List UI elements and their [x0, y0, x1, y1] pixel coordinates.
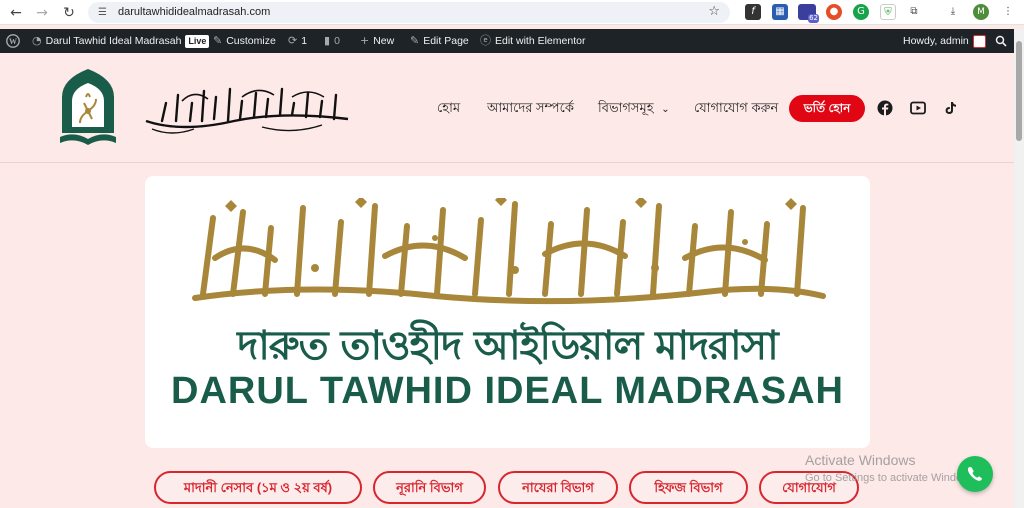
profile-avatar[interactable]: M — [973, 4, 989, 20]
dept-madani-nesab-button[interactable]: মাদানী নেসাব (১ম ও ২য় বর্ষ) — [154, 471, 362, 504]
admin-search-icon[interactable] — [995, 29, 1007, 53]
page-scrollbar[interactable] — [1014, 29, 1024, 508]
nav-about[interactable]: আমাদের সম্পর্কে — [487, 97, 574, 119]
madrasah-logo[interactable] — [58, 67, 118, 151]
extension-ft-icon[interactable]: f — [745, 4, 761, 20]
dept-nurani-button[interactable]: নূরানি বিভাগ — [373, 471, 486, 504]
extension-reader-icon[interactable]: ▦ — [772, 4, 788, 20]
updates-link[interactable]: ⟳ 1 — [288, 29, 307, 53]
browser-toolbar: ← → ↻ ☰ darultawhididealmadrasah.com ☆ f… — [0, 0, 1024, 25]
forward-icon[interactable]: → — [33, 4, 51, 22]
admin-site-name[interactable]: ◔ Darul Tawhid Ideal Madrasah Live — [32, 29, 210, 53]
extension-badge-icon[interactable]: 62 — [798, 4, 819, 23]
wordpress-logo-icon[interactable]: W — [6, 29, 20, 53]
edit-elementor-link[interactable]: ⓔ Edit with Elementor — [480, 29, 585, 53]
whatsapp-chat-button[interactable] — [957, 456, 993, 492]
browser-menu-icon[interactable]: ⋮ — [1000, 4, 1016, 20]
bismillah-calligraphy — [145, 87, 349, 134]
wp-admin-bar: W ◔ Darul Tawhid Ideal Madrasah Live ✎ C… — [0, 29, 1014, 53]
admin-avatar — [972, 34, 986, 48]
reload-icon[interactable]: ↻ — [60, 4, 78, 22]
comment-icon: ▮ — [324, 34, 331, 47]
url-text[interactable]: darultawhididealmadrasah.com — [118, 5, 270, 20]
extension-grammarly-icon[interactable]: G — [853, 4, 869, 20]
activate-windows-title: Activate Windows — [805, 452, 916, 468]
edit-page-link[interactable]: ✎ Edit Page — [410, 29, 469, 53]
banner-english-title: DARUL TAWHID IDEAL MADRASAH — [171, 370, 844, 412]
site-info-icon[interactable]: ☰ — [96, 6, 109, 19]
dept-nazera-button[interactable]: নাযেরা বিভাগ — [498, 471, 618, 504]
new-content-link[interactable]: + New — [360, 29, 394, 53]
comments-link[interactable]: ▮ 0 — [324, 29, 340, 53]
chevron-down-icon: ⌄ — [661, 104, 670, 115]
youtube-icon[interactable] — [910, 100, 926, 116]
account-menu[interactable]: Howdy, admin — [903, 29, 986, 53]
plus-icon: + — [360, 34, 370, 47]
extension-chrome-icon[interactable]: ● — [826, 4, 842, 20]
extension-shield-icon[interactable]: ⛨ — [880, 4, 896, 20]
site-header: হোম আমাদের সম্পর্কে বিভাগসমূহ ⌄ যোগাযোগ … — [0, 53, 1014, 163]
pencil-icon: ✎ — [410, 34, 420, 47]
dept-hifz-button[interactable]: হিফজ বিভাগ — [629, 471, 748, 504]
hero-banner: দারুত তাওহীদ আইডিয়াল মাদরাসা DARUL TAWH… — [145, 176, 870, 448]
customize-link[interactable]: ✎ Customize — [213, 29, 276, 53]
nav-home[interactable]: হোম — [437, 97, 460, 119]
facebook-icon[interactable] — [877, 100, 893, 116]
nav-contact[interactable]: যোগাযোগ করুন — [694, 97, 778, 119]
phone-icon — [967, 467, 982, 481]
dashboard-icon: ◔ — [32, 34, 42, 47]
elementor-icon: ⓔ — [480, 34, 491, 47]
extensions-puzzle-icon[interactable]: ⧉ — [906, 4, 922, 20]
extension-badge-count: 62 — [808, 14, 819, 23]
brush-icon: ✎ — [213, 34, 223, 47]
admission-button[interactable]: ভর্তি হোন — [789, 95, 865, 122]
scrollbar-thumb[interactable] — [1016, 41, 1022, 141]
nav-departments[interactable]: বিভাগসমূহ ⌄ — [598, 97, 670, 119]
back-icon[interactable]: ← — [7, 4, 25, 22]
svg-text:W: W — [9, 37, 17, 46]
live-badge: Live — [185, 34, 210, 48]
download-icon[interactable]: ⤓ — [945, 4, 961, 20]
tiktok-icon[interactable] — [942, 100, 958, 116]
updates-icon: ⟳ — [288, 34, 298, 47]
activate-windows-subtitle: Go to Settings to activate Windows. — [805, 472, 979, 484]
bookmark-star-icon[interactable]: ☆ — [708, 4, 720, 19]
address-bar[interactable]: ☰ darultawhididealmadrasah.com ☆ — [88, 2, 730, 23]
arabic-calligraphy — [192, 198, 826, 305]
